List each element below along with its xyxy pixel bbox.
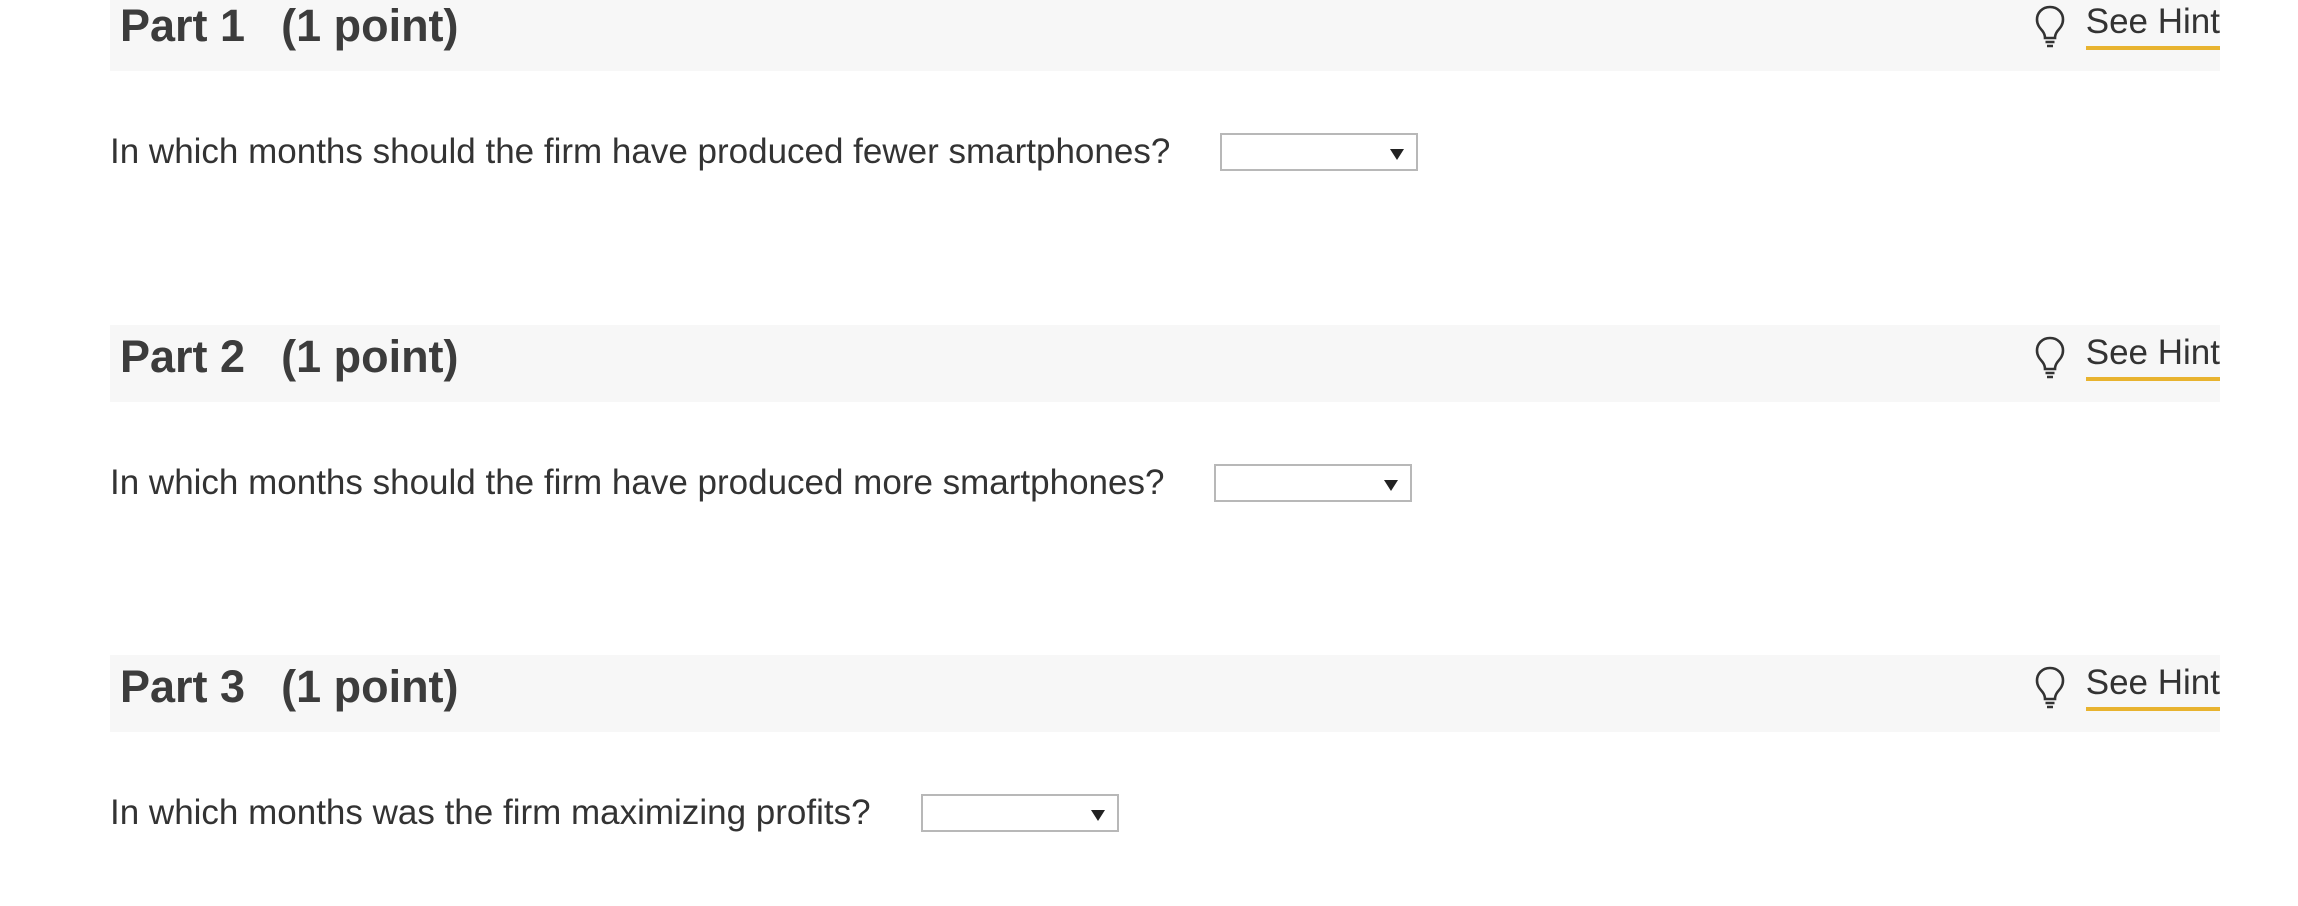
chevron-down-icon [1390, 149, 1405, 160]
chevron-down-icon [1384, 480, 1399, 491]
see-hint-link[interactable]: See Hint [2034, 331, 2220, 381]
part-points: (1 point) [281, 661, 459, 712]
chevron-down-icon [1090, 810, 1105, 821]
question-text: In which months should the firm have pro… [110, 132, 1171, 171]
part-header: Part 1 (1 point) See Hint [110, 0, 2220, 71]
see-hint-link[interactable]: See Hint [2034, 661, 2220, 711]
question-row: In which months was the firm maximizing … [110, 791, 1119, 835]
page: Part 1 (1 point) See Hint In which months… [0, 0, 2298, 906]
part-number: Part 3 [120, 661, 246, 712]
question-text: In which months was the firm maximizing … [110, 793, 871, 832]
see-hint-label[interactable]: See Hint [2085, 661, 2220, 711]
part-number: Part 1 [120, 0, 246, 51]
part-header: Part 3 (1 point) See Hint [110, 655, 2220, 732]
question-row: In which months should the firm have pro… [110, 130, 1419, 174]
question-text: In which months should the firm have pro… [110, 463, 1165, 502]
part-header: Part 2 (1 point) See Hint [110, 325, 2220, 402]
part-2: Part 2 (1 point) See Hint In which months… [110, 325, 2220, 502]
part-1: Part 1 (1 point) See Hint In which months… [110, 0, 2220, 171]
see-hint-label[interactable]: See Hint [2085, 331, 2220, 381]
see-hint-link[interactable]: See Hint [2034, 0, 2220, 50]
part-title: Part 3 (1 point) [120, 655, 459, 719]
lightbulb-icon [2035, 666, 2065, 709]
part-title: Part 1 (1 point) [120, 0, 459, 58]
lightbulb-icon [2035, 336, 2065, 379]
part-title: Part 2 (1 point) [120, 325, 459, 389]
answer-dropdown[interactable] [1220, 133, 1419, 171]
question-row: In which months should the firm have pro… [110, 461, 1413, 505]
answer-dropdown[interactable] [920, 794, 1119, 832]
part-3: Part 3 (1 point) See Hint In which months… [110, 655, 2220, 832]
see-hint-label[interactable]: See Hint [2085, 0, 2220, 50]
lightbulb-icon [2035, 5, 2065, 48]
part-points: (1 point) [281, 331, 459, 382]
part-number: Part 2 [120, 331, 246, 382]
part-points: (1 point) [281, 0, 459, 51]
answer-dropdown[interactable] [1214, 464, 1413, 502]
